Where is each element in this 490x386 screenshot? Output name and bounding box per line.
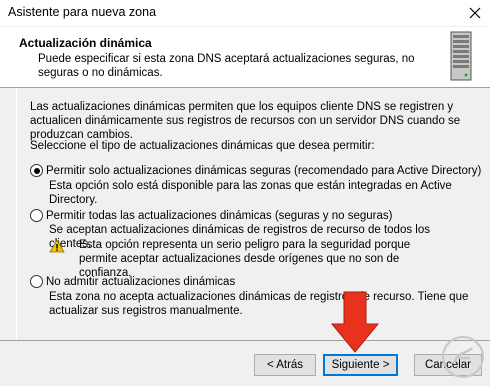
back-button[interactable]: < Atrás (254, 354, 316, 376)
intro-text: Las actualizaciones dinámicas permiten q… (30, 101, 461, 141)
option-label: Permitir todas las actualizaciones dinám… (46, 209, 393, 222)
radio-button[interactable] (30, 209, 43, 222)
radio-no-dynamic[interactable]: No admitir actualizaciones dinámicas (30, 275, 235, 288)
radio-secure-only[interactable]: Permitir solo actualizaciones dinámicas … (30, 164, 481, 177)
page-description: Puede especificar si esta zona DNS acept… (38, 53, 415, 79)
footer-divider (0, 340, 490, 341)
wizard-header: Actualización dinámica Puede especificar… (0, 27, 490, 88)
window-title: Asistente para nueva zona (8, 5, 157, 19)
radio-button[interactable] (30, 164, 43, 177)
prompt-text: Seleccione el tipo de actualizaciones di… (30, 140, 375, 152)
radio-button[interactable] (30, 275, 43, 288)
option-description: Esta zona no acepta actualizaciones diná… (49, 291, 469, 317)
page-title: Actualización dinámica (19, 36, 152, 50)
next-button[interactable]: Siguiente > (323, 354, 398, 376)
radio-all-updates[interactable]: Permitir todas las actualizaciones dinám… (30, 209, 392, 222)
watermark-logo (442, 336, 484, 378)
option-description: Esta opción solo está disponible para la… (49, 180, 452, 206)
option-label: No admitir actualizaciones dinámicas (46, 275, 236, 288)
server-icon (450, 31, 472, 81)
warning-icon (49, 239, 65, 253)
close-icon[interactable] (468, 6, 482, 20)
title-bar: Asistente para nueva zona (0, 0, 490, 26)
warning-text: Esta opción representa un serio peligro … (79, 239, 411, 279)
red-arrow-annotation (330, 291, 380, 353)
option-label: Permitir solo actualizaciones dinámicas … (46, 164, 482, 177)
